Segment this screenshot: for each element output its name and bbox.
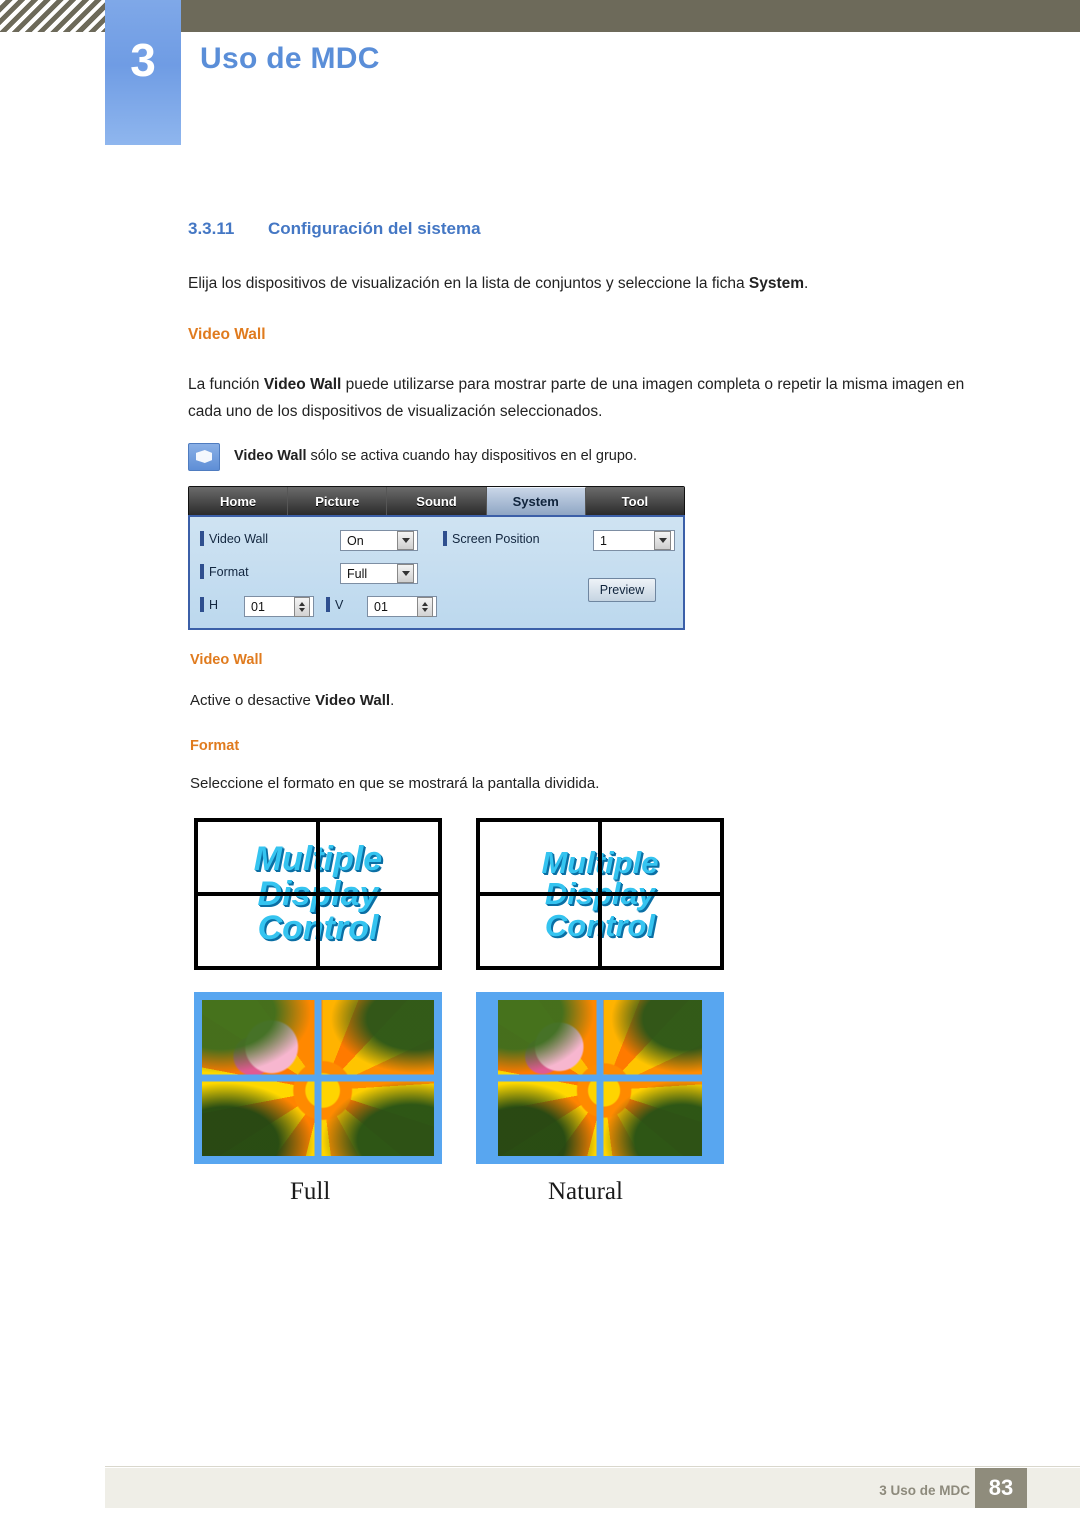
grid-horizontal-divider xyxy=(498,1074,702,1082)
mdc-system-panel: Video Wall On Format Full H 01 V 01 Scre… xyxy=(188,515,685,630)
mdc-system-tab-screenshot: Home Picture Sound System Tool Video Wal… xyxy=(188,486,685,634)
video-wall-field-label: Video Wall xyxy=(200,531,268,546)
natural-photo-diagram xyxy=(476,992,724,1164)
note-text-bold: Video Wall xyxy=(234,448,307,464)
tab-sound[interactable]: Sound xyxy=(387,487,487,515)
v-stepper[interactable]: 01 xyxy=(367,596,437,617)
tab-tool[interactable]: Tool xyxy=(585,487,685,515)
h-value: 01 xyxy=(251,599,265,614)
field-marker-icon xyxy=(443,531,447,546)
v-value: 01 xyxy=(374,599,388,614)
format-value: Full xyxy=(347,566,368,581)
field-marker-icon xyxy=(200,531,204,546)
screen-position-dropdown[interactable]: 1 xyxy=(593,530,675,551)
chevron-down-icon[interactable] xyxy=(397,531,414,550)
footer-divider xyxy=(105,1466,1080,1467)
grid-horizontal-divider xyxy=(198,892,438,896)
vw-desc-bold: Video Wall xyxy=(315,692,391,709)
h-field-label: H xyxy=(200,597,218,612)
field-marker-icon xyxy=(326,597,330,612)
v-label: V xyxy=(335,597,344,612)
note-icon xyxy=(188,443,220,471)
video-wall-label: Video Wall xyxy=(209,531,269,546)
intro-text-before: Elija los dispositivos de visualización … xyxy=(188,275,749,292)
vw-para-a: La función xyxy=(188,376,264,393)
field-marker-icon xyxy=(200,597,204,612)
intro-text-bold: System xyxy=(748,275,805,292)
screen-position-field-label: Screen Position xyxy=(443,531,540,546)
preview-button[interactable]: Preview xyxy=(588,578,656,602)
format-label: Format xyxy=(209,564,249,579)
format-dropdown[interactable]: Full xyxy=(340,563,418,584)
chapter-title: Uso de MDC xyxy=(200,42,380,75)
videowall-subheading: Video Wall xyxy=(190,652,263,668)
section-intro-paragraph: Elija los dispositivos de visualización … xyxy=(188,272,1008,296)
chapter-number-badge: 3 xyxy=(105,0,181,145)
full-wordart-diagram: Multiple Display Control xyxy=(194,818,442,970)
section-number: 3.3.11 xyxy=(188,219,235,238)
tab-home[interactable]: Home xyxy=(189,487,289,515)
chevron-down-icon[interactable] xyxy=(654,531,671,550)
note-callout: Video Wall sólo se activa cuando hay dis… xyxy=(188,443,988,471)
h-label: H xyxy=(209,597,219,612)
tab-picture[interactable]: Picture xyxy=(288,487,388,515)
format-description: Seleccione el formato en que se mostrará… xyxy=(190,775,600,792)
vw-desc-c: . xyxy=(390,692,395,709)
stepper-arrows-icon[interactable] xyxy=(294,596,310,617)
full-photo-diagram xyxy=(194,992,442,1164)
full-photo-image xyxy=(202,1000,434,1156)
stepper-arrows-icon[interactable] xyxy=(417,596,433,617)
vw-para-bold: Video Wall xyxy=(263,376,342,393)
natural-wordart-diagram: Multiple Display Control xyxy=(476,818,724,970)
videowall-description: Active o desactive Video Wall. xyxy=(190,692,394,709)
chevron-down-icon[interactable] xyxy=(397,564,414,583)
intro-text-after: . xyxy=(804,275,809,292)
grid-horizontal-divider xyxy=(202,1074,434,1082)
mdc-tab-bar: Home Picture Sound System Tool xyxy=(188,486,685,516)
h-stepper[interactable]: 01 xyxy=(244,596,314,617)
screen-position-value: 1 xyxy=(600,533,607,548)
page-number: 83 xyxy=(975,1468,1027,1508)
format-field-label: Format xyxy=(200,564,249,579)
video-wall-dropdown[interactable]: On xyxy=(340,530,418,551)
grid-horizontal-divider xyxy=(480,892,720,896)
natural-photo-image xyxy=(498,1000,702,1156)
caption-full: Full xyxy=(290,1178,331,1205)
screen-position-label: Screen Position xyxy=(452,531,540,546)
vw-desc-a: Active o desactive xyxy=(190,692,316,709)
footer-text: 3 Uso de MDC xyxy=(879,1483,970,1498)
video-wall-paragraph: La función Video Wall puede utilizarse p… xyxy=(188,371,996,425)
section-title: Configuración del sistema xyxy=(268,219,481,238)
header-hatch-decoration xyxy=(0,0,105,32)
v-field-label: V xyxy=(326,597,343,612)
format-subheading: Format xyxy=(190,738,240,754)
video-wall-value: On xyxy=(347,533,364,548)
caption-natural: Natural xyxy=(548,1178,623,1205)
tab-system[interactable]: System xyxy=(486,487,586,515)
format-diagrams: Multiple Display Control Multiple Displa… xyxy=(190,810,750,1230)
field-marker-icon xyxy=(200,564,204,579)
note-text-rest: sólo se activa cuando hay dispositivos e… xyxy=(306,448,637,464)
note-text: Video Wall sólo se activa cuando hay dis… xyxy=(234,443,637,467)
video-wall-heading: Video Wall xyxy=(188,326,266,343)
